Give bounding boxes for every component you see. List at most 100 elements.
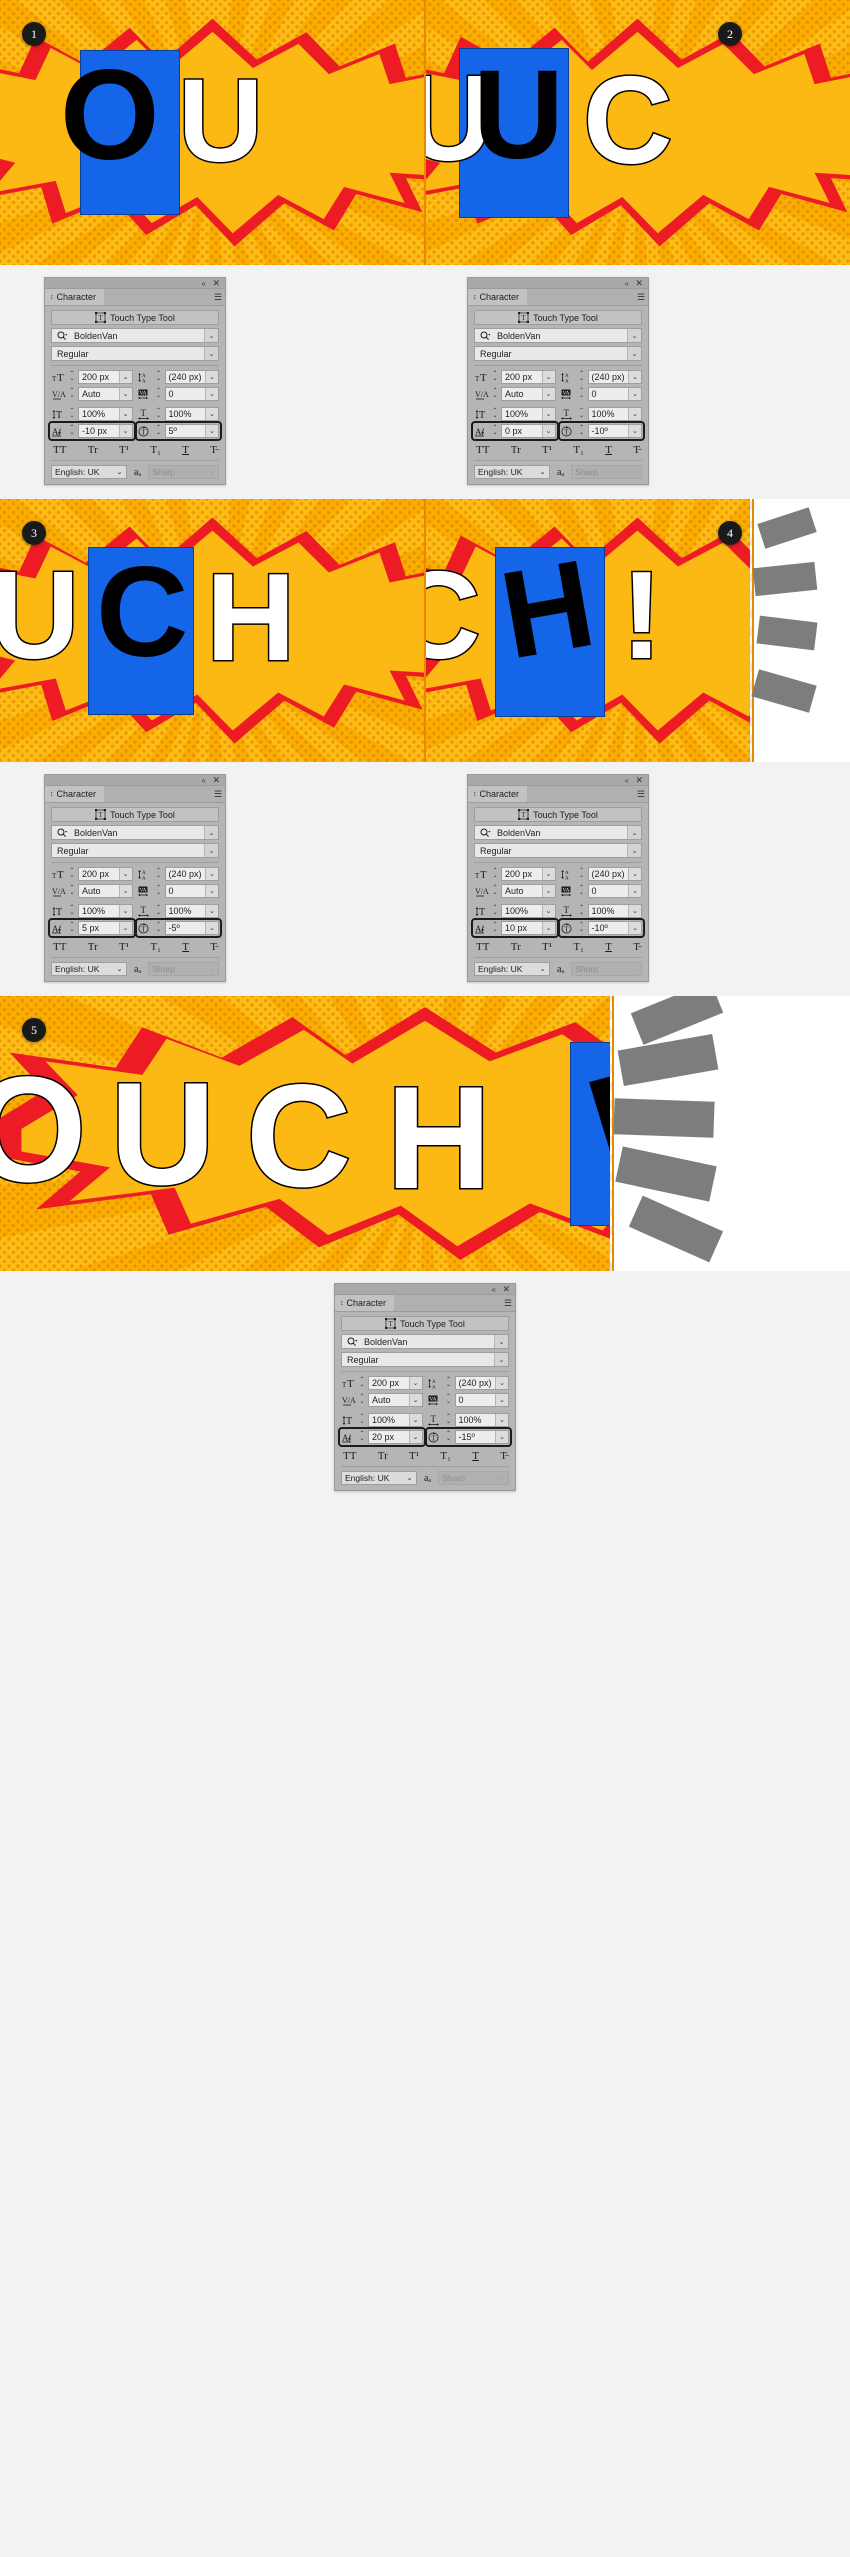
chevron-down-icon[interactable]: ⌄	[495, 1394, 508, 1406]
chevron-down-icon[interactable]: ⌄	[541, 922, 555, 934]
kerning-stepper[interactable]: ⌃ ⌄	[68, 387, 76, 401]
baseline-shift-control[interactable]: Aa ⌃ ⌄ -10 px ⌄	[48, 421, 136, 441]
small-caps-button[interactable]: Tr	[511, 444, 521, 456]
chevron-down-icon[interactable]: ⌄	[627, 329, 641, 342]
chevron-down-icon[interactable]: ⌄	[205, 868, 218, 880]
chevron-down-icon[interactable]: ⌄	[494, 1335, 508, 1348]
antialias-select[interactable]: Sharp ⌄	[148, 465, 219, 479]
leading-control[interactable]: AA ⌃ ⌄ (240 px) ⌄	[561, 867, 642, 881]
chevron-down-icon[interactable]: ⌄	[495, 1474, 508, 1482]
baseline-shift-stepper[interactable]: ⌃ ⌄	[68, 921, 76, 935]
font-size-input[interactable]: 200 px ⌄	[78, 370, 133, 384]
chevron-down-icon[interactable]: ⌄	[205, 965, 218, 973]
leading-input[interactable]: (240 px) ⌄	[164, 867, 219, 881]
chevron-down-icon[interactable]: ⌄	[408, 1394, 422, 1406]
font-size-input[interactable]: 200 px ⌄	[501, 867, 556, 881]
baseline-shift-input[interactable]: -10 px ⌄	[78, 424, 133, 438]
horizontal-scale-control[interactable]: T ⌃ ⌄ 100% ⌄	[561, 407, 642, 421]
underline-button[interactable]: T	[605, 941, 612, 953]
tracking-input[interactable]: 0 ⌄	[454, 1393, 509, 1407]
chevron-down-icon[interactable]: ⌄	[118, 868, 132, 880]
tracking-control[interactable]: VA ⌃ ⌄ 0 ⌄	[138, 387, 219, 401]
font-style-field[interactable]: Regular ⌄	[341, 1352, 509, 1367]
character-rotation-stepper[interactable]: ⌃ ⌄	[155, 424, 163, 438]
panel-menu-icon[interactable]: ☰	[634, 289, 648, 305]
subscript-button[interactable]: T₁	[573, 444, 584, 456]
kerning-stepper[interactable]: ⌃ ⌄	[68, 884, 76, 898]
font-style-field[interactable]: Regular ⌄	[51, 346, 219, 361]
strikethrough-button[interactable]: T̵	[210, 444, 217, 456]
baseline-shift-stepper[interactable]: ⌃ ⌄	[491, 424, 499, 438]
font-size-stepper[interactable]: ⌃ ⌄	[68, 370, 76, 384]
chevron-down-icon[interactable]: ⌄	[205, 468, 218, 476]
subscript-button[interactable]: T₁	[573, 941, 584, 953]
horizontal-scale-control[interactable]: T ⌃ ⌄ 100% ⌄	[138, 407, 219, 421]
chevron-down-icon[interactable]: ⌄	[536, 965, 549, 973]
leading-control[interactable]: AA ⌃ ⌄ (240 px) ⌄	[138, 867, 219, 881]
chevron-down-icon[interactable]: ⌄	[628, 965, 641, 973]
chevron-down-icon[interactable]: ⌄	[408, 1414, 422, 1426]
chevron-down-icon[interactable]: ⌄	[118, 885, 132, 897]
horizontal-scale-stepper[interactable]: ⌃ ⌄	[578, 407, 586, 421]
leading-control[interactable]: AA ⌃ ⌄ (240 px) ⌄	[428, 1376, 509, 1390]
chevron-down-icon[interactable]: ⌄	[628, 468, 641, 476]
character-rotation-input[interactable]: -10º ⌄	[587, 921, 642, 935]
tracking-input[interactable]: 0 ⌄	[587, 884, 642, 898]
font-family-field[interactable]: BoldenVan ⌄	[341, 1334, 509, 1349]
horizontal-scale-input[interactable]: 100% ⌄	[587, 904, 642, 918]
vertical-scale-input[interactable]: 100% ⌄	[501, 407, 556, 421]
kerning-input[interactable]: Auto ⌄	[368, 1393, 423, 1407]
subscript-button[interactable]: T₁	[150, 444, 161, 456]
baseline-shift-stepper[interactable]: ⌃ ⌄	[491, 921, 499, 935]
touch-type-tool-button[interactable]: T Touch Type Tool	[51, 310, 219, 325]
kerning-st[interactable]: ⌃ ⌄	[358, 1393, 366, 1407]
chevron-down-icon[interactable]: ⌄	[628, 868, 641, 880]
all-caps-button[interactable]: TT	[53, 444, 66, 456]
font-size-stepper[interactable]: ⌃ ⌄	[68, 867, 76, 881]
chevron-down-icon[interactable]: ⌄	[627, 826, 641, 839]
panel-menu-icon[interactable]: ☰	[211, 289, 225, 305]
collapse-icon[interactable]: «	[202, 777, 207, 785]
close-icon[interactable]: ✕	[502, 1285, 510, 1294]
language-select[interactable]: English: UK ⌄	[51, 962, 127, 976]
small-caps-button[interactable]: Tr	[378, 1450, 388, 1462]
chevron-down-icon[interactable]: ⌄	[205, 922, 218, 934]
chevron-down-icon[interactable]: ⌄	[118, 388, 132, 400]
close-icon[interactable]: ✕	[212, 279, 220, 288]
vertical-scale-input[interactable]: 100% ⌄	[368, 1413, 423, 1427]
leading-stepper[interactable]: ⌃ ⌄	[155, 867, 163, 881]
leading-control[interactable]: AA ⌃ ⌄ (240 px) ⌄	[561, 370, 642, 384]
language-select[interactable]: English: UK ⌄	[51, 465, 127, 479]
antialias-select[interactable]: Sharp ⌄	[438, 1471, 509, 1485]
kerning-control[interactable]: V/A ⌃ ⌄ Auto ⌄	[341, 1393, 423, 1407]
superscript-button[interactable]: T¹	[542, 941, 552, 953]
all-caps-button[interactable]: TT	[343, 1450, 356, 1462]
horizontal-scale-control[interactable]: T ⌃ ⌄ 100% ⌄	[561, 904, 642, 918]
all-caps-button[interactable]: TT	[53, 941, 66, 953]
character-rotation-control[interactable]: T ⌃ ⌄ -5º ⌄	[134, 918, 222, 938]
baseline-shift-control[interactable]: Aa ⌃ ⌄ 10 px ⌄	[471, 918, 559, 938]
chevron-down-icon[interactable]: ⌄	[494, 1353, 508, 1366]
character-rotation-input[interactable]: -15º ⌄	[454, 1430, 509, 1444]
strikethrough-button[interactable]: T̵	[633, 444, 640, 456]
subscript-button[interactable]: T₁	[440, 1450, 451, 1462]
tab-character[interactable]: ↕ Character	[45, 289, 105, 305]
baseline-shift-input[interactable]: 0 px ⌄	[501, 424, 556, 438]
horizontal-scale-stepper[interactable]: ⌃ ⌄	[155, 904, 163, 918]
chevron-down-icon[interactable]: ⌄	[204, 826, 218, 839]
chevron-down-icon[interactable]: ⌄	[541, 885, 555, 897]
superscript-button[interactable]: T¹	[119, 941, 129, 953]
chevron-down-icon[interactable]: ⌄	[403, 1474, 416, 1482]
touch-type-tool-button[interactable]: T Touch Type Tool	[474, 807, 642, 822]
antialias-select[interactable]: Sharp ⌄	[148, 962, 219, 976]
touch-type-tool-button[interactable]: T Touch Type Tool	[474, 310, 642, 325]
kerning-input[interactable]: Auto ⌄	[78, 884, 133, 898]
tracking-control[interactable]: VA ⌃ ⌄ 0 ⌄	[561, 387, 642, 401]
chevron-down-icon[interactable]: ⌄	[628, 425, 641, 437]
chevron-down-icon[interactable]: ⌄	[495, 1377, 508, 1389]
vertical-scale-stepper[interactable]: ⌃ ⌄	[358, 1413, 366, 1427]
kerning-input[interactable]: Auto ⌄	[501, 387, 556, 401]
font-size-control[interactable]: TT ⌃ ⌄ 200 px ⌄	[51, 370, 133, 384]
chevron-down-icon[interactable]: ⌄	[628, 922, 641, 934]
chevron-down-icon[interactable]: ⌄	[628, 408, 641, 420]
